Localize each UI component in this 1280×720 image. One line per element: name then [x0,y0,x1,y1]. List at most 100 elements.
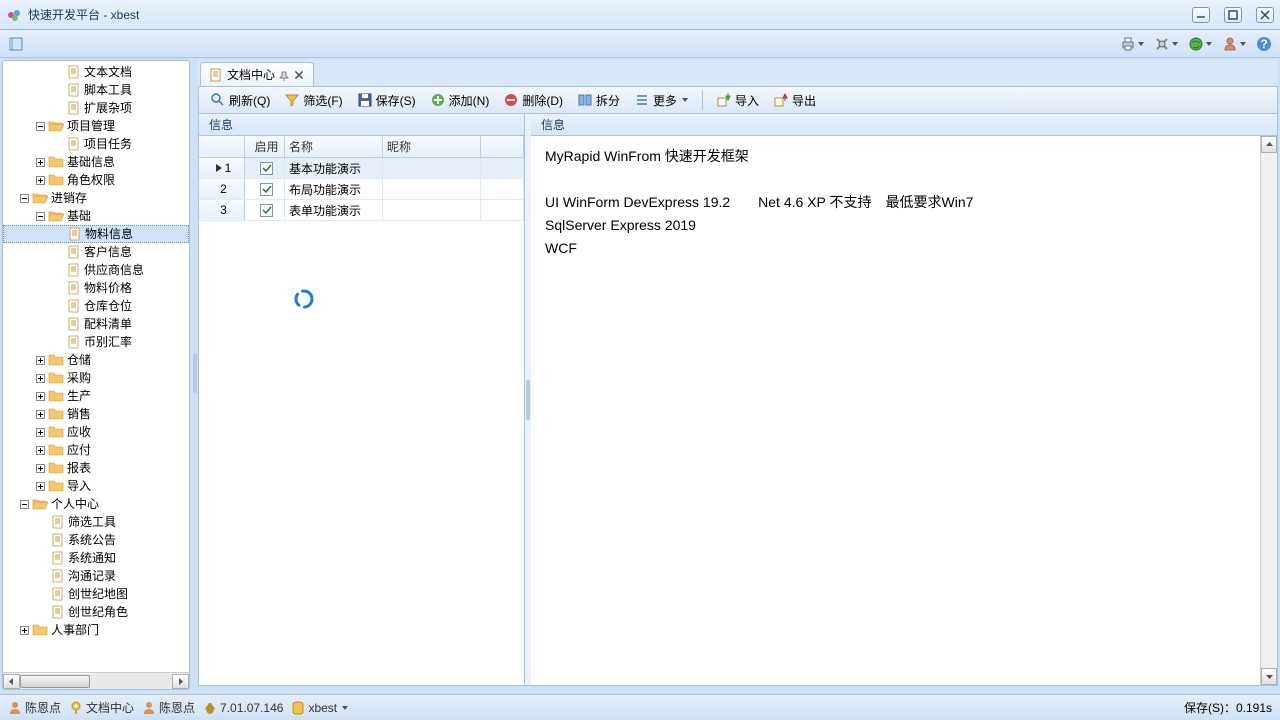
tree-node[interactable]: 创世纪地图 [3,585,189,603]
export-button[interactable]: 导出 [768,90,821,111]
name-cell[interactable]: 表单功能演示 [285,200,383,220]
status-user2[interactable]: 陈恩点 [142,699,195,716]
status-user1[interactable]: 陈恩点 [8,699,61,716]
grid-header-nick[interactable]: 昵称 [383,136,481,157]
grid-header-enable[interactable]: 启用 [245,136,285,157]
tree-node[interactable]: 角色权限 [3,171,189,189]
tree-node[interactable]: 物料信息 [3,225,189,243]
scroll-down-button[interactable] [1261,668,1277,685]
tree-node[interactable]: 报表 [3,459,189,477]
tree-node[interactable]: 基础信息 [3,153,189,171]
tree-expander-icon[interactable] [35,463,46,474]
table-row[interactable]: 3表单功能演示 [199,200,524,221]
tree-horizontal-scrollbar[interactable] [3,672,189,689]
tree-node[interactable]: 文本文档 [3,63,189,81]
tree-node[interactable]: 进销存 [3,189,189,207]
scroll-right-button[interactable] [172,674,189,689]
checkbox[interactable] [260,204,273,217]
tree-node[interactable]: 个人中心 [3,495,189,513]
scroll-thumb[interactable] [20,675,90,688]
tree-node[interactable]: 应付 [3,441,189,459]
filter-button[interactable]: 筛选(F) [279,90,347,111]
checkbox[interactable] [260,183,273,196]
tree-node[interactable]: 导入 [3,477,189,495]
import-button[interactable]: 导入 [711,90,764,111]
tree-node[interactable]: 客户信息 [3,243,189,261]
nick-cell[interactable] [383,179,481,199]
tree-node[interactable]: 系统通知 [3,549,189,567]
tree-node[interactable]: 配料清单 [3,315,189,333]
scroll-left-button[interactable] [3,674,20,689]
tree-expander-icon[interactable] [35,391,46,402]
maximize-button[interactable] [1224,7,1242,23]
tree-node[interactable]: 人事部门 [3,621,189,639]
print-menu[interactable] [1120,36,1144,52]
tab-pin-icon[interactable] [279,70,289,80]
more-button[interactable]: 更多 [629,90,694,111]
user-menu[interactable] [1222,36,1246,52]
nav-tree[interactable]: 文本文档脚本工具扩展杂项项目管理项目任务基础信息角色权限进销存基础物料信息客户信… [3,61,189,671]
tree-node[interactable]: 脚本工具 [3,81,189,99]
table-row[interactable]: 2布局功能演示 [199,179,524,200]
tree-expander-icon[interactable] [35,481,46,492]
grid-header-rownum[interactable] [199,136,245,157]
tree-expander-icon[interactable] [35,445,46,456]
add-button[interactable]: 添加(N) [425,90,495,111]
doc-icon[interactable] [8,36,24,52]
status-db[interactable]: xbest [291,701,349,715]
nick-cell[interactable] [383,158,481,178]
tree-node[interactable]: 项目管理 [3,117,189,135]
tools-menu[interactable] [1154,36,1178,52]
world-menu[interactable] [1188,36,1212,52]
grid-header-name[interactable]: 名称 [285,136,383,157]
tree-expander-icon[interactable] [35,427,46,438]
tree-node[interactable]: 创世纪角色 [3,603,189,621]
tree-expander-icon[interactable] [35,121,46,132]
tree-expander-icon[interactable] [35,373,46,384]
tree-expander-icon[interactable] [19,625,30,636]
tree-node[interactable]: 供应商信息 [3,261,189,279]
tree-node[interactable]: 筛选工具 [3,513,189,531]
minimize-button[interactable] [1192,7,1210,23]
table-row[interactable]: 1基本功能演示 [199,158,524,179]
tree-node[interactable]: 仓储 [3,351,189,369]
checkbox[interactable] [260,162,273,175]
split-button[interactable]: 拆分 [572,90,625,111]
tree-expander-icon[interactable] [35,211,46,222]
tree-node[interactable]: 生产 [3,387,189,405]
close-button[interactable] [1256,7,1274,23]
nick-cell[interactable] [383,200,481,220]
name-cell[interactable]: 布局功能演示 [285,179,383,199]
help-icon[interactable]: ? [1256,36,1272,52]
scroll-up-button[interactable] [1261,136,1277,153]
tree-expander-icon[interactable] [19,193,30,204]
save-button[interactable]: 保存(S) [352,90,421,111]
tree-node[interactable]: 物料价格 [3,279,189,297]
tree-node[interactable]: 沟通记录 [3,567,189,585]
tree-expander-icon[interactable] [35,355,46,366]
tab-close-button[interactable] [293,69,305,81]
tree-node[interactable]: 采购 [3,369,189,387]
tree-node[interactable]: 基础 [3,207,189,225]
tree-node[interactable]: 仓库仓位 [3,297,189,315]
tree-node[interactable]: 系统公告 [3,531,189,549]
delete-button[interactable]: 删除(D) [498,90,568,111]
enable-cell[interactable] [245,200,285,220]
tree-node[interactable]: 项目任务 [3,135,189,153]
tree-node[interactable]: 币别汇率 [3,333,189,351]
tree-node[interactable]: 扩展杂项 [3,99,189,117]
detail-text[interactable]: MyRapid WinFrom 快速开发框架 UI WinForm DevExp… [531,136,1277,685]
status-center[interactable]: 文档中心 [69,699,134,716]
tree-expander-icon[interactable] [35,175,46,186]
enable-cell[interactable] [245,179,285,199]
refresh-button[interactable]: 刷新(Q) [205,90,275,111]
tree-node[interactable]: 销售 [3,405,189,423]
tree-node[interactable]: 应收 [3,423,189,441]
tree-expander-icon[interactable] [35,409,46,420]
name-cell[interactable]: 基本功能演示 [285,158,383,178]
tree-expander-icon[interactable] [19,499,30,510]
data-grid[interactable]: 启用 名称 昵称 1基本功能演示2布局功能演示3表单功能演示 [199,136,524,685]
enable-cell[interactable] [245,158,285,178]
tree-expander-icon[interactable] [35,157,46,168]
tab-document-center[interactable]: 文档中心 [200,62,314,86]
